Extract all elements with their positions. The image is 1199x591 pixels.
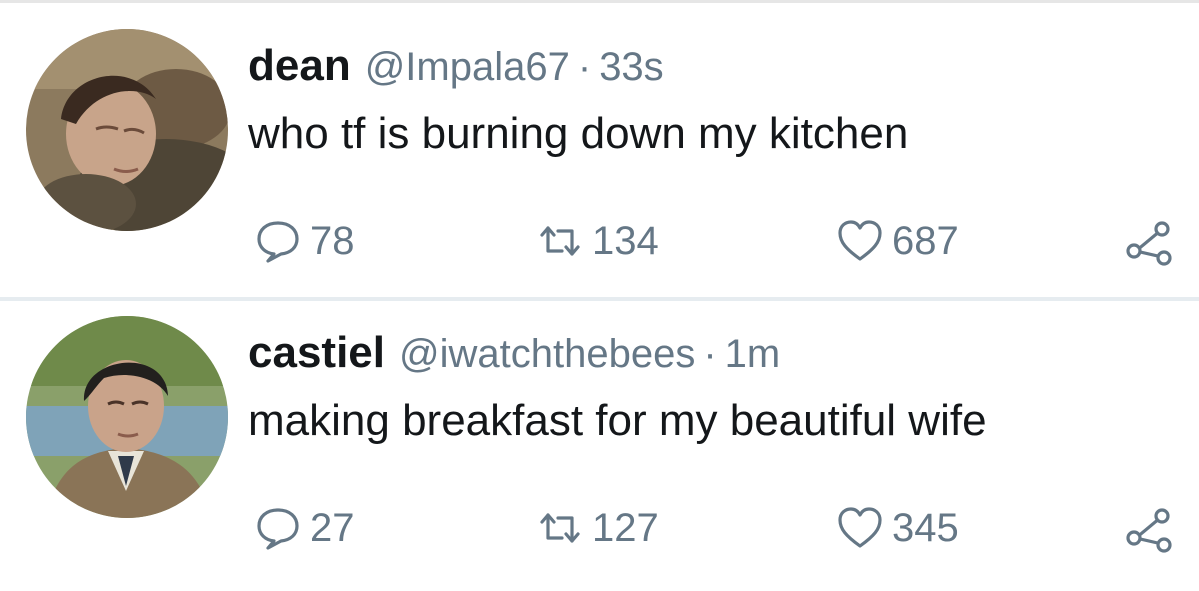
speech-bubble-icon <box>254 217 302 265</box>
display-name[interactable]: castiel <box>248 328 385 378</box>
separator: · <box>577 45 592 89</box>
like-button[interactable]: 687 <box>836 217 959 265</box>
retweet-button[interactable]: 127 <box>536 504 659 552</box>
display-name[interactable]: dean <box>248 41 351 91</box>
speech-bubble-icon <box>254 504 302 552</box>
retweet-arrows-icon <box>536 504 584 552</box>
timestamp[interactable]: 33s <box>599 45 664 90</box>
tweet-header: castiel @iwatchthebees · 1m <box>248 328 780 388</box>
avatar[interactable] <box>26 29 228 231</box>
reply-button[interactable]: 78 <box>254 217 355 265</box>
user-handle[interactable]: @Impala67 <box>365 45 570 90</box>
tweet-text: who tf is burning down my kitchen <box>248 109 909 158</box>
tweet-text: making breakfast for my beautiful wife <box>248 396 987 445</box>
like-count: 345 <box>892 505 959 550</box>
reply-button[interactable]: 27 <box>254 504 355 552</box>
user-handle[interactable]: @iwatchthebees <box>399 332 695 377</box>
like-count: 687 <box>892 218 959 263</box>
timestamp[interactable]: 1m <box>725 332 781 377</box>
reply-count: 78 <box>310 218 355 263</box>
separator: · <box>703 332 717 376</box>
retweet-button[interactable]: 134 <box>536 217 659 265</box>
retweet-count: 127 <box>592 505 659 550</box>
tweet-card[interactable]: castiel @iwatchthebees · 1m making break… <box>0 298 1199 591</box>
retweet-count: 134 <box>592 218 659 263</box>
share-nodes-icon <box>1124 217 1174 267</box>
share-nodes-icon <box>1124 504 1174 554</box>
avatar[interactable] <box>26 316 228 518</box>
like-button[interactable]: 345 <box>836 504 959 552</box>
heart-icon <box>836 217 884 265</box>
tweet-card[interactable]: dean @Impala67 · 33s who tf is burning d… <box>0 3 1199 301</box>
tweet-header: dean @Impala67 · 33s <box>248 41 664 101</box>
reply-count: 27 <box>310 505 355 550</box>
share-button[interactable] <box>1124 504 1174 554</box>
heart-icon <box>836 504 884 552</box>
share-button[interactable] <box>1124 217 1174 267</box>
retweet-arrows-icon <box>536 217 584 265</box>
